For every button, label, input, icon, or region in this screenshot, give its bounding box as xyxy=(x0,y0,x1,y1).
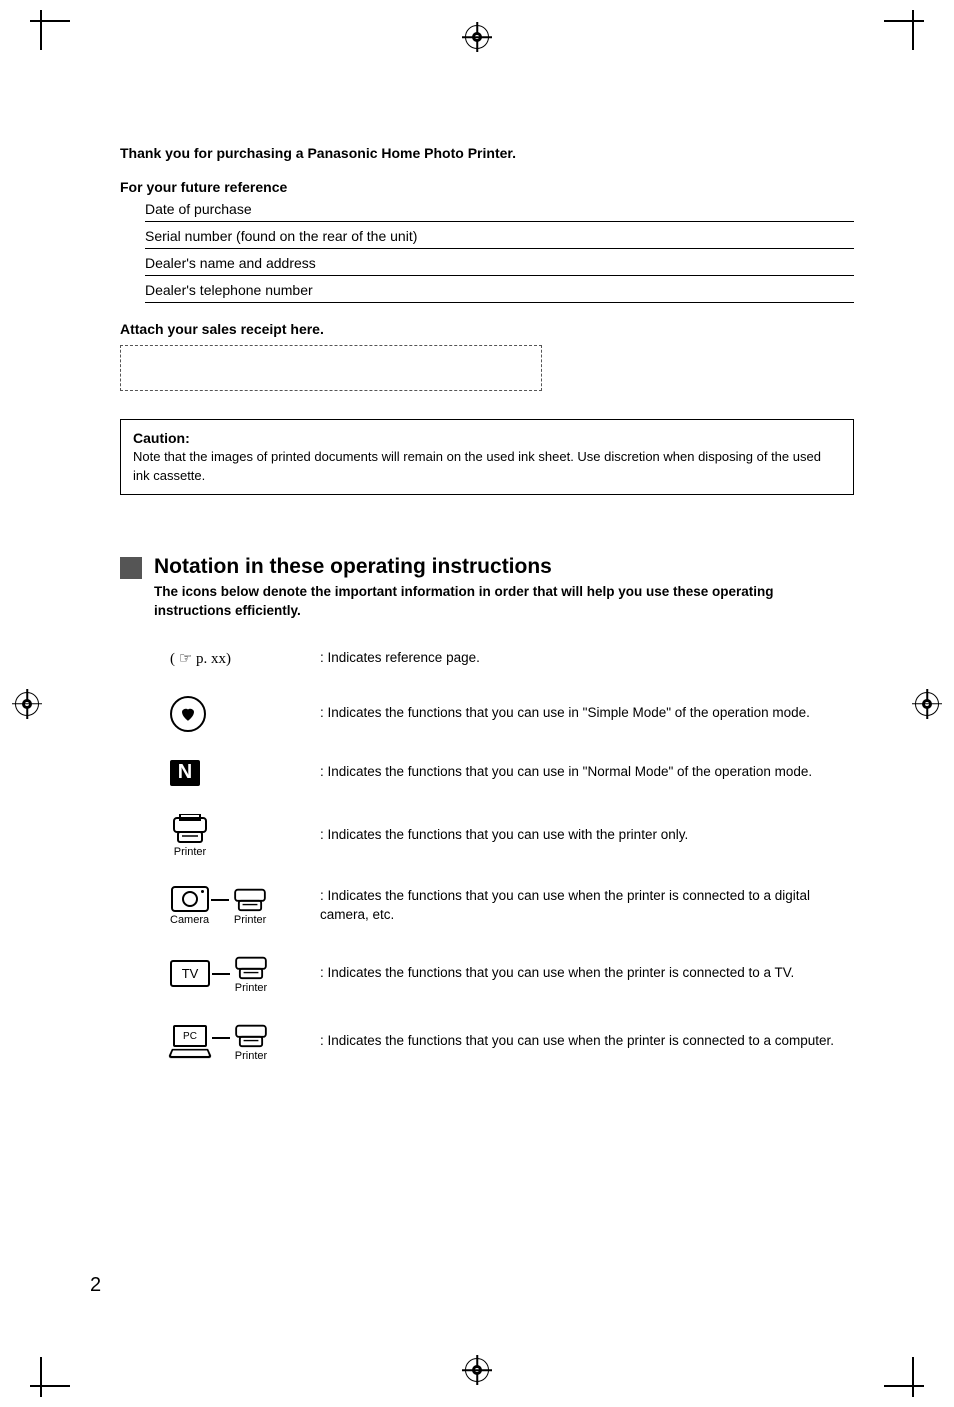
n-icon: N xyxy=(170,760,200,786)
reference-row-dealer-phone: Dealer's telephone number xyxy=(145,276,854,303)
pc-printer-icon: PC Printer xyxy=(170,1022,320,1062)
tv-icon: TV xyxy=(170,960,210,987)
crop-mark-tr xyxy=(884,10,924,50)
notation-subtitle: The icons below denote the important inf… xyxy=(154,583,854,621)
crop-mark-tl xyxy=(30,10,70,50)
heart-icon xyxy=(170,696,206,732)
pc-label: PC xyxy=(173,1025,207,1047)
printer-only-icon: Printer xyxy=(170,814,320,858)
camera-printer-icon: Camera Printer xyxy=(170,886,320,926)
simple-mode-desc: : Indicates the functions that you can u… xyxy=(320,704,854,723)
receipt-placeholder-box xyxy=(120,345,542,391)
crop-mark-br xyxy=(884,1357,924,1397)
section-marker-icon xyxy=(120,557,142,579)
normal-mode-desc: : Indicates the functions that you can u… xyxy=(320,763,854,782)
thank-you-heading: Thank you for purchasing a Panasonic Hom… xyxy=(120,145,854,161)
reference-row-date: Date of purchase xyxy=(145,195,854,222)
registration-mark-bottom xyxy=(465,1358,489,1382)
normal-mode-icon: N xyxy=(170,760,320,786)
pc-printer-desc: : Indicates the functions that you can u… xyxy=(320,1032,854,1051)
registration-mark-right xyxy=(915,692,939,716)
printer-label: Printer xyxy=(235,982,267,994)
caution-title: Caution: xyxy=(133,428,841,448)
future-reference-heading: For your future reference xyxy=(120,179,854,195)
reference-row-serial: Serial number (found on the rear of the … xyxy=(145,222,854,249)
tv-printer-desc: : Indicates the functions that you can u… xyxy=(320,964,854,983)
camera-icon xyxy=(171,886,209,912)
caution-box: Caution: Note that the images of printed… xyxy=(120,419,854,495)
printer-label: Printer xyxy=(234,914,266,926)
reference-page-icon: ( ☞ p. xx) xyxy=(170,649,320,668)
printer-only-desc: : Indicates the functions that you can u… xyxy=(320,826,854,845)
printer-icon xyxy=(232,954,270,980)
reference-row-dealer-name: Dealer's name and address xyxy=(145,249,854,276)
caution-body: Note that the images of printed document… xyxy=(133,448,841,486)
notation-title: Notation in these operating instructions xyxy=(154,555,552,579)
printer-icon xyxy=(232,1022,270,1048)
crop-mark-bl xyxy=(30,1357,70,1397)
reference-symbol-text: ( ☞ p. xx) xyxy=(170,649,231,668)
printer-label: Printer xyxy=(174,846,206,858)
printer-label: Printer xyxy=(235,1050,267,1062)
page-number: 2 xyxy=(90,1274,101,1297)
connection-line-icon xyxy=(212,1037,230,1039)
connection-line-icon xyxy=(212,973,230,975)
simple-mode-icon xyxy=(170,696,320,732)
reference-page-desc: : Indicates reference page. xyxy=(320,649,854,668)
attach-receipt-heading: Attach your sales receipt here. xyxy=(120,321,854,337)
camera-label: Camera xyxy=(170,914,209,926)
connection-line-icon xyxy=(211,899,229,901)
printer-icon xyxy=(170,814,210,844)
registration-mark-top xyxy=(465,25,489,49)
tv-printer-icon: TV Printer xyxy=(170,954,320,994)
pc-icon: PC xyxy=(170,1025,210,1058)
camera-printer-desc: : Indicates the functions that you can u… xyxy=(320,887,854,925)
printer-icon xyxy=(231,886,269,912)
registration-mark-left xyxy=(15,692,39,716)
